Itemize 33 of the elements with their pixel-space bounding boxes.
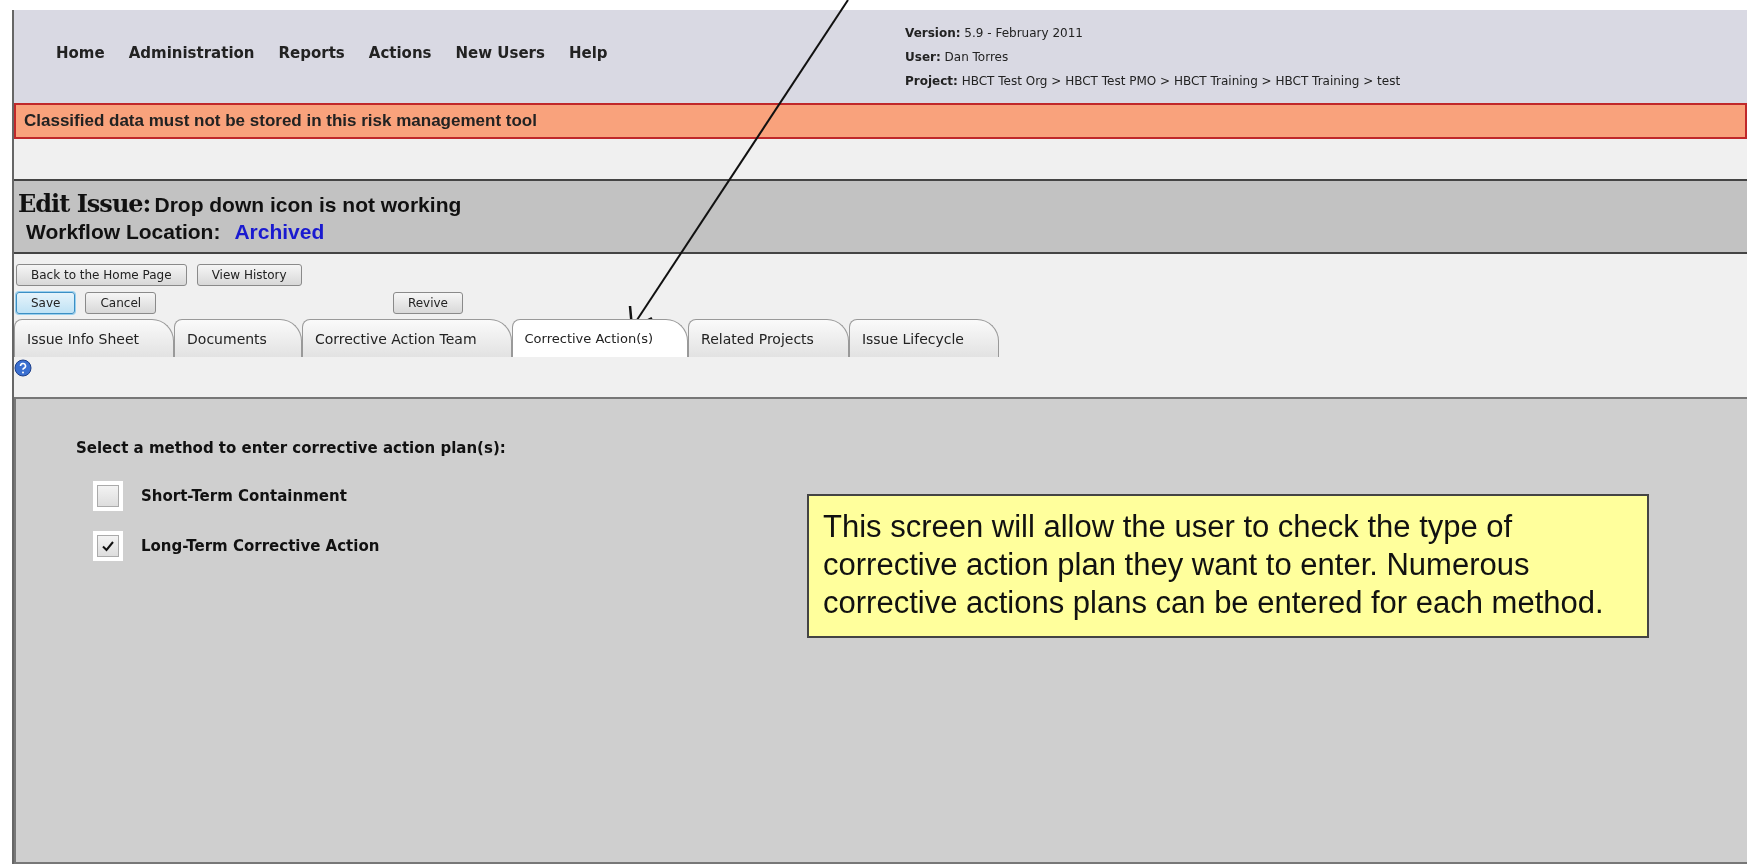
checkbox[interactable] <box>93 481 123 511</box>
header-info-text: Version: 5.9 - February 2011 <box>905 25 1084 40</box>
nav-link[interactable]: New Users <box>455 43 545 62</box>
tab[interactable]: Issue Info Sheet <box>14 319 175 357</box>
header-info-text: Project: HBCT Test Org > HBCT Test PMO > HBCT Training > HBCT Training > test <box>905 73 1402 88</box>
nav-link[interactable]: Reports <box>278 43 345 62</box>
action-button[interactable]: Back to the Home Page <box>16 264 187 286</box>
method-label: Long-Term Corrective Action <box>141 537 380 555</box>
tab[interactable]: Issue Lifecycle <box>848 319 999 357</box>
nav-link[interactable]: Actions <box>368 43 432 62</box>
help-icon[interactable] <box>14 359 32 377</box>
action-button[interactable]: Cancel <box>85 292 157 314</box>
nav-link[interactable]: Administration <box>128 43 255 62</box>
warning-banner: Classified data must not be stored in this risk management tool <box>14 103 1747 139</box>
checkbox[interactable] <box>93 531 123 561</box>
workflow-label: Workflow Location: <box>26 220 221 244</box>
callout-note: This screen will allow the user to check the type of corrective action plan they want to enter. Numerous corrective actions plans can be entered for each method. <box>807 494 1649 638</box>
edit-issue-label: Edit Issue: <box>18 189 151 218</box>
nav-link[interactable]: Home <box>56 43 105 62</box>
issue-title: Drop down icon is not working <box>154 193 462 217</box>
header-info-text: User: Dan Torres <box>905 49 1010 64</box>
tab[interactable]: Related Projects <box>688 319 849 357</box>
nav-link[interactable]: Help <box>568 43 608 62</box>
check-icon <box>101 539 115 553</box>
method-prompt: Select a method to enter corrective action plan(s): <box>76 439 507 457</box>
tab[interactable]: Documents <box>174 319 302 357</box>
tab[interactable]: Corrective Action(s) <box>511 319 689 357</box>
method-label: Short-Term Containment <box>141 487 347 505</box>
workflow-value: Archived <box>234 220 325 244</box>
action-button[interactable]: Revive <box>392 292 463 314</box>
action-button[interactable]: Save <box>16 292 76 314</box>
tab[interactable]: Corrective Action Team <box>301 319 512 357</box>
action-button[interactable]: View History <box>196 264 302 286</box>
